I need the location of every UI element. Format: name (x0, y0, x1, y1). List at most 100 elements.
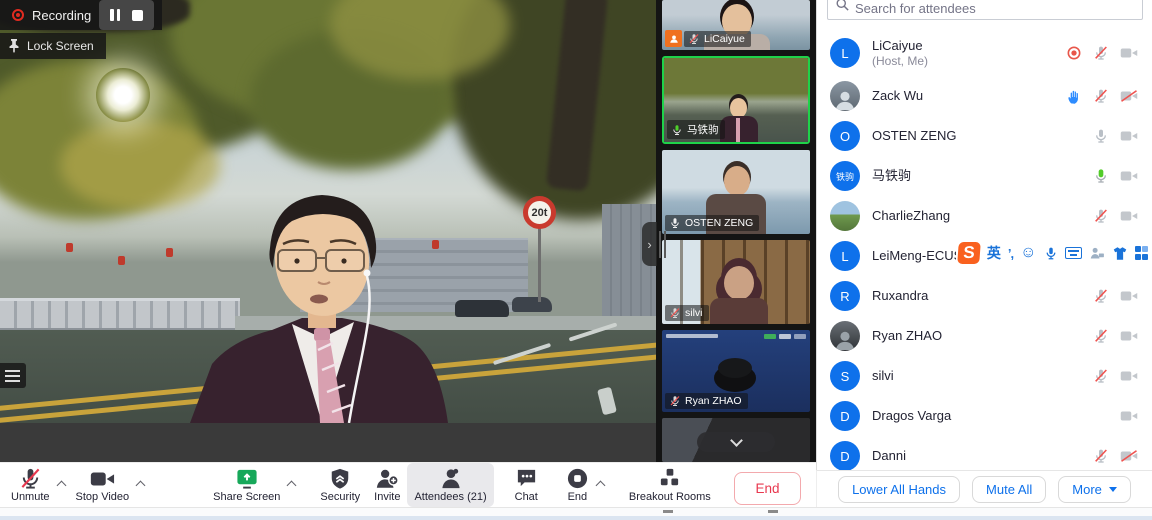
thumbnail-silvi[interactable]: silvi (662, 240, 810, 324)
stop-video-button[interactable]: Stop Video (69, 463, 137, 507)
thumbnail-matiejv-active[interactable]: 马铁驹 (662, 56, 810, 144)
mic-muted-icon (1093, 288, 1109, 304)
end-meeting-button[interactable]: End (734, 472, 801, 505)
ime-skin-button[interactable] (1112, 246, 1128, 261)
sogou-logo-icon[interactable]: S (957, 242, 981, 264)
attendee-row-licaiyue[interactable]: L LiCaiyue (Host, Me) (817, 30, 1152, 76)
ime-keyboard-button[interactable] (1065, 247, 1082, 259)
view-options-badge[interactable] (0, 363, 26, 388)
attendee-row-danni[interactable]: D Danni (817, 436, 1152, 470)
search-attendees-input[interactable] (827, 0, 1143, 20)
mic-muted-icon (1093, 328, 1109, 344)
lock-screen-button[interactable]: Lock Screen (0, 33, 106, 59)
meeting-toolbar: Unmute Stop Video Share Screen (0, 462, 816, 507)
main-video-scene: 20t (0, 0, 656, 423)
share-options-chevron[interactable] (287, 480, 297, 490)
thumbnail-name: silvi (685, 307, 703, 319)
mic-on-icon (669, 217, 681, 229)
mic-muted-icon (1093, 88, 1109, 104)
invite-button[interactable]: Invite (367, 463, 407, 507)
attendee-row-charliezhang[interactable]: CharlieZhang (817, 196, 1152, 236)
ime-emoji-button[interactable]: ☺ (1020, 245, 1036, 261)
mic-on-icon (1093, 128, 1109, 144)
mute-all-button[interactable]: Mute All (972, 476, 1046, 503)
attendee-row-ryan-zhao[interactable]: Ryan ZHAO (817, 316, 1152, 356)
attendees-panel: L LiCaiyue (Host, Me) (816, 0, 1152, 470)
unmute-options-chevron[interactable] (56, 480, 66, 490)
attendees-panel-footer: Lower All Hands Mute All More (816, 470, 1152, 507)
thumbnail-name: OSTEN ZENG (685, 217, 753, 229)
avatar (830, 81, 860, 111)
avatar: L (830, 38, 860, 68)
attendee-row-osten-zeng[interactable]: O OSTEN ZENG (817, 116, 1152, 156)
road-sign-20t: 20t (523, 196, 556, 229)
breakout-rooms-icon (658, 467, 681, 490)
sogou-ime-toolbar[interactable]: S 英 ’, ☺ (956, 240, 1150, 266)
gallery-collapse-handle[interactable]: › (642, 222, 657, 266)
avatar (830, 201, 860, 231)
mic-muted-icon (669, 395, 681, 407)
pause-recording-button[interactable] (110, 9, 120, 21)
ime-input-assist-button[interactable] (1089, 246, 1105, 261)
camera-off-icon (1120, 46, 1138, 60)
stop-recording-button[interactable] (132, 10, 143, 21)
avatar: D (830, 401, 860, 431)
camera-off-icon (1120, 329, 1138, 343)
share-screen-button[interactable]: Share Screen (206, 463, 287, 507)
thumbnail-licaiyue[interactable]: LiCaiyue (662, 0, 810, 50)
mic-muted-icon (1093, 368, 1109, 384)
attendees-button[interactable]: Attendees (21) (407, 463, 493, 507)
chat-button[interactable]: Chat (508, 463, 545, 507)
mic-muted-icon (1093, 448, 1109, 464)
avatar: L (830, 241, 860, 271)
ime-toolbox-button[interactable] (1135, 246, 1149, 260)
attendee-name: Danni (872, 448, 906, 464)
thumbnail-osten-zeng[interactable]: OSTEN ZENG (662, 150, 810, 234)
video-options-chevron[interactable] (136, 480, 146, 490)
attendee-row-silvi[interactable]: S silvi (817, 356, 1152, 396)
thumbnail-partial[interactable] (662, 418, 810, 462)
lower-all-hands-button[interactable]: Lower All Hands (838, 476, 960, 503)
avatar: D (830, 441, 860, 470)
mic-muted-icon (688, 33, 700, 45)
attendee-row-zack-wu[interactable]: Zack Wu (817, 76, 1152, 116)
attendee-name: OSTEN ZENG (872, 128, 957, 144)
pin-icon (8, 39, 20, 53)
thumbnail-ryan-zhao[interactable]: Ryan ZHAO (662, 330, 810, 412)
avatar: S (830, 361, 860, 391)
shield-icon (329, 467, 351, 490)
ime-voice-button[interactable] (1044, 246, 1058, 261)
attendee-name: LiCaiyue (872, 38, 928, 54)
attendee-row-matiejv[interactable]: 铁驹 马铁驹 (817, 156, 1152, 196)
security-button[interactable]: Security (313, 463, 367, 507)
unmute-button[interactable]: Unmute (4, 463, 57, 507)
camera-off-red-icon (1120, 449, 1138, 463)
stop-record-icon (566, 467, 589, 490)
attendee-row-ruxandra[interactable]: R Ruxandra (817, 276, 1152, 316)
recording-options-chevron[interactable] (595, 480, 605, 490)
avatar (830, 321, 860, 351)
chevron-down-icon (730, 434, 743, 447)
mic-muted-icon (19, 467, 42, 490)
collapse-gallery-button[interactable] (697, 432, 775, 452)
os-taskbar-edge (0, 507, 1152, 520)
ime-punctuation-toggle[interactable]: ’, (1008, 246, 1013, 261)
gallery-drag-handle[interactable] (659, 231, 666, 258)
speaker-person (170, 170, 470, 423)
avatar: R (830, 281, 860, 311)
camera-off-icon (1120, 169, 1138, 183)
attendee-row-dragos-varga[interactable]: D Dragos Varga (817, 396, 1152, 436)
camera-icon (89, 468, 115, 490)
breakout-rooms-button[interactable]: Breakout Rooms (622, 463, 718, 507)
attendee-subtitle: (Host, Me) (872, 54, 928, 68)
attendee-name: Zack Wu (872, 88, 923, 104)
recording-label: Recording (32, 8, 91, 23)
recording-indicator-icon (1066, 45, 1082, 61)
thumbnail-name: LiCaiyue (704, 33, 745, 45)
attendee-name: silvi (872, 368, 894, 384)
recording-indicator-bar: Recording (0, 0, 162, 30)
more-button[interactable]: More (1058, 476, 1131, 503)
end-recording-button[interactable]: End (559, 463, 596, 507)
gallery-strip: LiCaiyue 马铁驹 (656, 0, 816, 462)
ime-language-toggle[interactable]: 英 (987, 243, 1001, 263)
